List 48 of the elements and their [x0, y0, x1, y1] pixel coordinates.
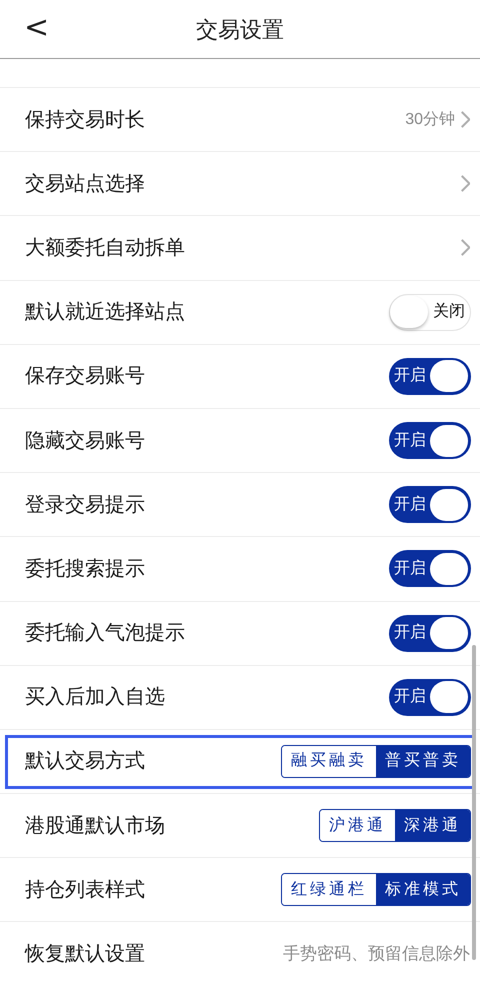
toggle-knob — [430, 360, 468, 392]
setting-label: 大额委托自动拆单 — [25, 236, 185, 261]
toggle-knob — [430, 617, 468, 650]
toggle-knob — [390, 296, 428, 328]
setting-label: 委托输入气泡提示 — [25, 621, 185, 646]
toggle-state-text: 开启 — [393, 622, 427, 644]
setting-label: 隐藏交易账号 — [25, 428, 145, 454]
setting-row[interactable]: 大额委托自动拆单 — [0, 216, 480, 281]
setting-row[interactable]: 保持交易时长 30分钟 — [0, 88, 480, 152]
toggle-switch[interactable]: 开启 — [389, 486, 471, 524]
toggle-switch[interactable]: 关闭 — [389, 294, 471, 331]
setting-label: 买入后加入自选 — [25, 685, 165, 710]
setting-label: 交易站点选择 — [25, 172, 145, 197]
chevron-right-icon — [461, 239, 470, 256]
toggle-knob — [430, 424, 468, 457]
setting-note: 手势密码、预留信息除外 — [283, 943, 470, 966]
segment-option[interactable]: 标准模式 — [376, 874, 470, 906]
toggle-switch[interactable]: 开启 — [389, 358, 471, 395]
setting-label: 委托搜索提示 — [25, 556, 145, 582]
toggle-knob — [430, 681, 468, 714]
segment-option[interactable]: 深港通 — [395, 810, 470, 842]
toggle-state-text: 开启 — [393, 430, 427, 451]
setting-label: 默认就近选择站点 — [25, 300, 185, 326]
page-title: 交易设置 — [196, 16, 284, 44]
setting-label: 登录交易提示 — [25, 492, 145, 518]
setting-label: 恢复默认设置 — [25, 942, 145, 968]
toggle-state-text: 开启 — [393, 558, 427, 579]
toggle-state-text: 开启 — [393, 686, 427, 708]
setting-label: 港股通默认市场 — [25, 814, 165, 839]
setting-label: 持仓列表样式 — [25, 878, 145, 903]
back-button[interactable]: < — [24, 8, 50, 48]
toggle-switch[interactable]: 开启 — [389, 678, 471, 716]
toggle-state-text: 关闭 — [432, 302, 466, 322]
segment-option[interactable]: 普买普卖 — [376, 746, 470, 777]
toggle-switch[interactable]: 开启 — [389, 550, 471, 588]
setting-label: 保持交易时长 — [25, 108, 145, 133]
toggle-knob — [430, 488, 468, 521]
toggle-switch[interactable]: 开启 — [389, 614, 471, 652]
setting-label: 默认交易方式 — [25, 749, 145, 774]
toggle-state-text: 开启 — [393, 494, 427, 515]
setting-value: 30分钟 — [405, 110, 455, 130]
toggle-switch[interactable]: 开启 — [389, 422, 471, 460]
setting-row[interactable]: 交易站点选择 — [0, 152, 480, 216]
toggle-knob — [430, 552, 468, 585]
chevron-right-icon — [461, 111, 470, 128]
chevron-right-icon — [461, 175, 470, 192]
setting-label: 保存交易账号 — [25, 364, 145, 390]
toggle-state-text: 开启 — [393, 366, 427, 386]
